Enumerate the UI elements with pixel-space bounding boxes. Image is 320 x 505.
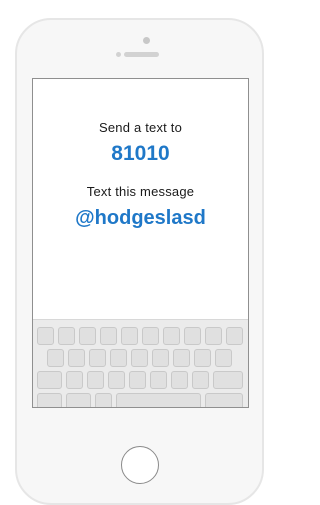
- keyboard-key: [142, 327, 159, 345]
- keyboard-key: [58, 327, 75, 345]
- keyboard-key: [194, 349, 211, 367]
- text-instructions: Send a text to 81010 Text this message @…: [33, 79, 248, 319]
- message-label: Text this message: [86, 184, 195, 199]
- keyboard-key: [89, 349, 106, 367]
- keyboard-numbers-key: [37, 393, 62, 407]
- phone-screen: Send a text to 81010 Text this message @…: [32, 78, 249, 408]
- keyboard-key: [79, 327, 96, 345]
- keyboard-key: [171, 371, 188, 389]
- keyboard-key: [47, 349, 64, 367]
- home-button: [121, 446, 159, 484]
- keyboard-return-key: [205, 393, 243, 407]
- keyboard-shift-key: [37, 371, 62, 389]
- earpiece-speaker-icon: [124, 52, 159, 57]
- keyboard-backspace-key: [213, 371, 243, 389]
- keyboard-key: [192, 371, 209, 389]
- keyboard-key: [108, 371, 125, 389]
- keyboard-key: [129, 371, 146, 389]
- keyboard-key: [215, 349, 232, 367]
- keyboard-key: [37, 327, 54, 345]
- keyboard-key: [110, 349, 127, 367]
- keyboard-key: [66, 371, 83, 389]
- keyboard-key: [163, 327, 180, 345]
- keyboard-mic-key: [95, 393, 112, 407]
- keyboard-key: [173, 349, 190, 367]
- keyboard-key: [100, 327, 117, 345]
- keyboard-key: [131, 349, 148, 367]
- short-code-number: 81010: [111, 142, 170, 165]
- keyboard-key: [68, 349, 85, 367]
- keyboard-space-key: [116, 393, 201, 407]
- keyboard-emoji-key: [66, 393, 91, 407]
- text-keyword: @hodgeslasd: [75, 207, 206, 229]
- keyboard-key: [205, 327, 222, 345]
- keyboard-key: [152, 349, 169, 367]
- send-label: Send a text to: [98, 120, 183, 135]
- keyboard-key: [226, 327, 243, 345]
- keyboard: [33, 319, 248, 407]
- proximity-sensor-icon: [116, 52, 121, 57]
- keyboard-key: [150, 371, 167, 389]
- keyboard-key: [87, 371, 104, 389]
- front-camera-icon: [143, 37, 150, 44]
- keyboard-key: [121, 327, 138, 345]
- keyboard-key: [184, 327, 201, 345]
